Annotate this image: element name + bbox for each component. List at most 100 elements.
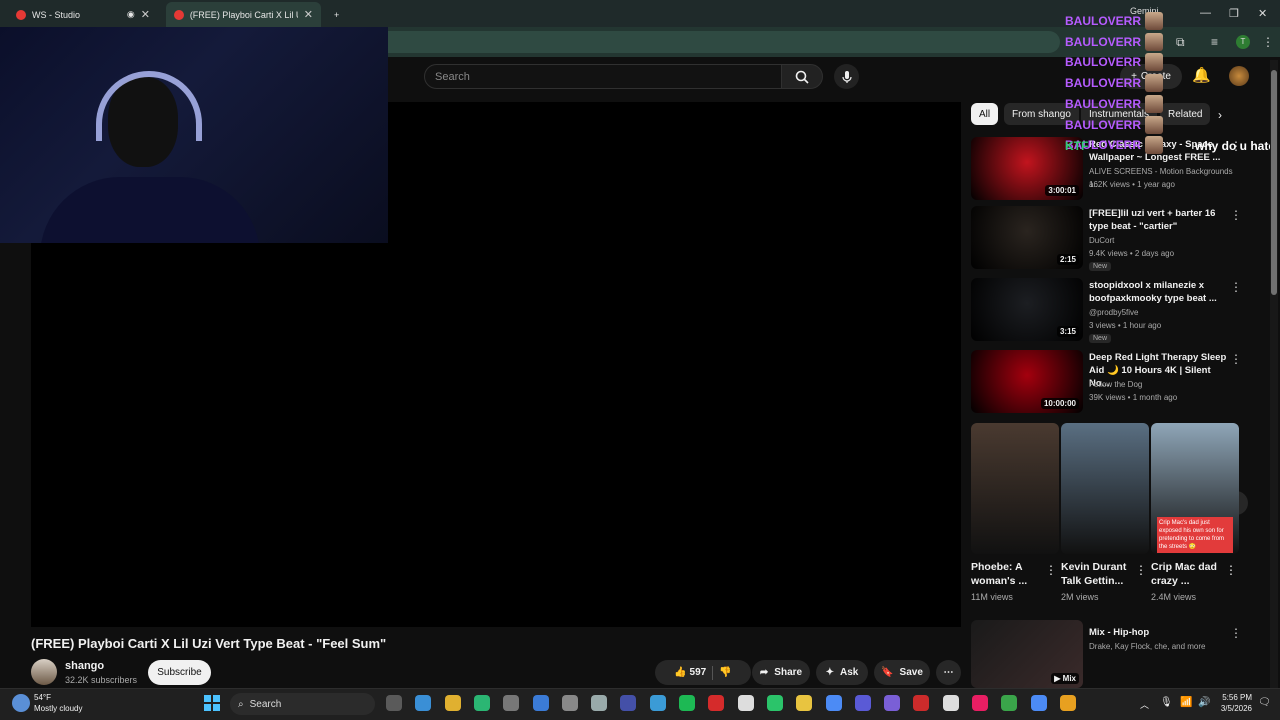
weather-desc: Mostly cloudy — [34, 704, 83, 713]
copilot-icon[interactable] — [415, 695, 432, 711]
spotify-icon[interactable] — [679, 695, 695, 711]
recommended-thumbnail[interactable]: 2:15 — [971, 206, 1083, 269]
recommended-title[interactable]: [FREE]lil uzi vert + barter 16 type beat… — [1089, 207, 1229, 233]
microphone-icon — [841, 70, 852, 83]
edge-icon[interactable] — [649, 695, 666, 711]
capcut-icon[interactable] — [737, 695, 754, 711]
short-title[interactable]: Crip Mac dad crazy ... — [1151, 560, 1227, 588]
tiktok-icon[interactable] — [1001, 695, 1018, 711]
short-more-icon[interactable]: ⋮ — [1225, 563, 1237, 577]
notification-center-icon[interactable]: 🗨 — [1258, 697, 1271, 708]
short-thumbnail[interactable]: Crip Mac's dad just exposed his own son … — [1151, 423, 1239, 554]
recommended-thumbnail[interactable]: 3:15 — [971, 278, 1083, 341]
chip-all[interactable]: All — [971, 103, 999, 125]
xbox-icon[interactable] — [473, 695, 490, 711]
windows-start-icon[interactable] — [204, 695, 220, 711]
chrome-icon[interactable] — [825, 695, 842, 711]
taskbar-search[interactable]: ⌕ Search — [230, 693, 375, 715]
obs-icon[interactable] — [561, 695, 578, 711]
browser-menu-icon[interactable]: ⋮ — [1262, 35, 1274, 49]
microphone-tray-icon[interactable]: 🎙 — [1160, 697, 1173, 708]
chat-emote-icon — [1145, 74, 1163, 93]
search-input[interactable]: Search — [424, 64, 782, 89]
channel-name[interactable]: shango — [65, 660, 104, 672]
firefox-icon[interactable] — [1059, 695, 1076, 711]
like-dislike-group: 👍 597 👎 — [655, 660, 751, 685]
notes-icon[interactable] — [884, 695, 901, 711]
tab-youtube-video[interactable]: (FREE) Playboi Carti X Lil Uzi Ve ✕ — [166, 2, 321, 27]
notifications-bell-icon[interactable]: 🔔 — [1192, 66, 1211, 84]
steam-icon[interactable] — [532, 695, 549, 711]
close-window-icon[interactable]: ✕ — [1258, 7, 1267, 20]
chat-emote-icon — [1145, 12, 1163, 30]
volume-icon[interactable]: 🔊 — [1198, 697, 1210, 708]
adobe-icon[interactable] — [942, 695, 959, 711]
teams-icon[interactable] — [913, 695, 930, 711]
vscode-icon[interactable] — [620, 695, 637, 711]
discord-icon[interactable] — [796, 695, 813, 711]
file-explorer-icon[interactable] — [444, 695, 461, 711]
thumbs-up-icon: 👍 — [674, 667, 687, 678]
recommended-thumbnail[interactable]: 10:00:00 — [971, 350, 1083, 413]
subscribe-button[interactable]: Subscribe — [148, 660, 211, 685]
maximize-icon[interactable]: ❐ — [1229, 7, 1239, 20]
minimize-icon[interactable]: — — [1200, 7, 1211, 19]
search-button[interactable] — [781, 64, 823, 89]
extensions-icon[interactable]: ⧉ — [1176, 35, 1185, 50]
channel-avatar[interactable] — [31, 659, 57, 685]
mix-more-icon[interactable]: ⋮ — [1230, 626, 1242, 640]
ask-button[interactable]: ✦ Ask — [816, 660, 868, 685]
recommended-channel[interactable]: @prodby5five — [1089, 306, 1239, 319]
voice-search-button[interactable] — [834, 64, 859, 89]
short-thumbnail[interactable] — [1061, 423, 1149, 554]
mix-thumbnail[interactable]: ▶ Mix — [971, 620, 1083, 688]
recommended-more-icon[interactable]: ⋮ — [1230, 208, 1242, 222]
short-title[interactable]: Kevin Durant Talk Gettin... — [1061, 560, 1137, 588]
recommended-title[interactable]: stoopidxool x milanezie x boofpaxkmooky … — [1089, 279, 1229, 305]
like-button[interactable]: 👍 597 — [674, 667, 706, 678]
scrollbar-thumb[interactable] — [1271, 70, 1277, 295]
settings-icon[interactable] — [591, 695, 608, 711]
more-actions-button[interactable]: ⋯ — [936, 660, 961, 685]
short-views: 2M views — [1061, 592, 1099, 602]
capcut-pro-icon[interactable] — [972, 695, 988, 711]
profile-avatar[interactable]: T — [1236, 35, 1250, 49]
like-count: 597 — [689, 667, 707, 678]
weather-icon[interactable] — [12, 694, 30, 712]
close-tab-icon[interactable]: ✕ — [304, 8, 313, 21]
chat-emote-icon — [1145, 53, 1163, 72]
clock-time[interactable]: 5:56 PM — [1222, 693, 1252, 702]
short-thumbnail[interactable] — [971, 423, 1059, 554]
discord-app-icon[interactable] — [766, 695, 783, 711]
new-badge: New — [1089, 334, 1112, 343]
share-button[interactable]: ➦ Share — [752, 660, 810, 685]
close-tab-icon[interactable]: ✕ — [141, 8, 150, 21]
chip-related[interactable]: Related — [1160, 103, 1211, 125]
opera-icon[interactable] — [708, 695, 725, 711]
dislike-button[interactable]: 👎 — [719, 667, 731, 678]
clock-date[interactable]: 3/5/2026 — [1215, 704, 1252, 713]
wifi-icon[interactable]: 📶 — [1180, 697, 1192, 708]
files-app-icon[interactable] — [386, 695, 402, 711]
apple-icon[interactable] — [854, 695, 871, 711]
epic-games-icon[interactable] — [503, 695, 520, 711]
short-title[interactable]: Phoebe: A woman's ... — [971, 560, 1047, 588]
short-more-icon[interactable]: ⋮ — [1045, 563, 1057, 577]
recommended-more-icon[interactable]: ⋮ — [1230, 352, 1242, 366]
tab-ws-studio[interactable]: WS - Studio ◉ ✕ — [8, 2, 158, 27]
chevron-right-icon[interactable]: › — [1218, 108, 1222, 122]
short-caption: Crip Mac's dad just exposed his own son … — [1157, 517, 1233, 553]
xbox-app-icon[interactable] — [1030, 695, 1047, 711]
recommended-more-icon[interactable]: ⋮ — [1230, 280, 1242, 294]
media-control-icon[interactable]: ≡ — [1211, 35, 1218, 49]
new-tab-button[interactable]: + — [326, 2, 347, 27]
tray-chevron-icon[interactable]: ︿ — [1140, 698, 1149, 711]
user-avatar[interactable] — [1229, 66, 1249, 86]
subscriber-count: 32.2K subscribers — [65, 675, 138, 685]
recommended-channel[interactable]: Follow the Dog — [1089, 378, 1239, 391]
short-more-icon[interactable]: ⋮ — [1135, 563, 1147, 577]
save-button[interactable]: 🔖 Save — [874, 660, 930, 685]
mix-meta: Drake, Kay Flock, che, and more — [1089, 642, 1206, 651]
recommended-channel[interactable]: DuCort — [1089, 234, 1239, 247]
mix-title[interactable]: Mix - Hip-hop — [1089, 626, 1229, 639]
